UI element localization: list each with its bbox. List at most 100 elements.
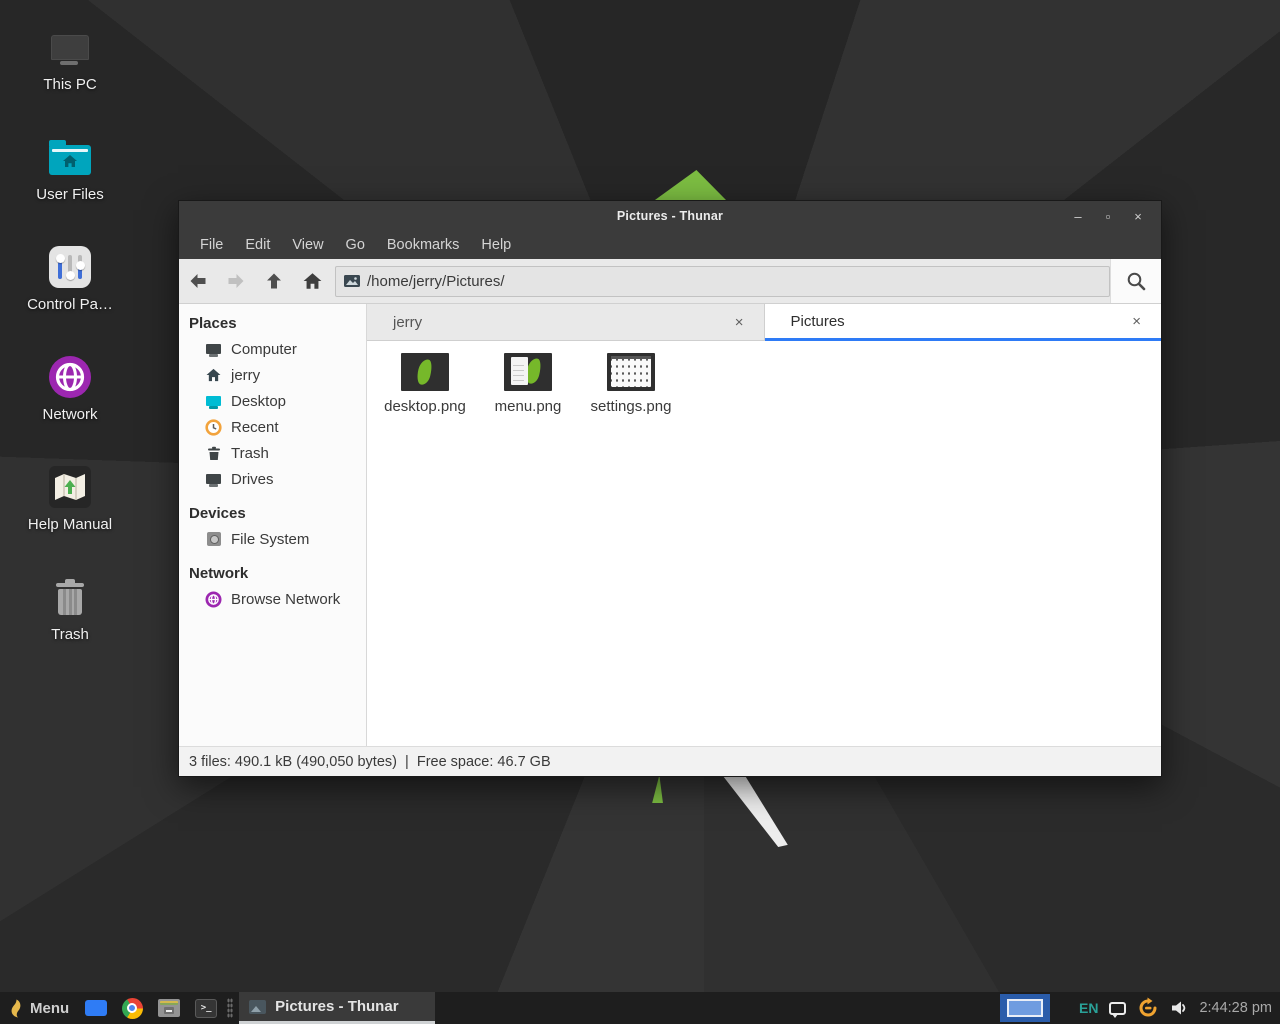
image-file-icon bbox=[344, 275, 360, 287]
home-folder-icon bbox=[49, 145, 91, 175]
computer-icon bbox=[51, 35, 89, 60]
wallpaper-green-shape bbox=[650, 775, 668, 803]
up-button[interactable] bbox=[255, 263, 293, 299]
home-icon bbox=[303, 272, 322, 290]
file-item-desktop-png[interactable]: desktop.png bbox=[377, 353, 473, 415]
archive-manager-launcher-icon[interactable] bbox=[158, 999, 180, 1017]
desktop-wallpaper: This PC User Files Control Pa… bbox=[0, 0, 1280, 1024]
minimize-button[interactable]: – bbox=[1063, 201, 1093, 231]
tab-label: Pictures bbox=[791, 313, 1127, 330]
clock[interactable]: 2:44:28 pm bbox=[1199, 1000, 1272, 1016]
task-button-thunar[interactable]: Pictures - Thunar bbox=[239, 992, 435, 1024]
search-button[interactable] bbox=[1110, 259, 1161, 303]
sliders-icon bbox=[49, 246, 91, 288]
back-button[interactable] bbox=[179, 263, 217, 299]
menu-bookmarks[interactable]: Bookmarks bbox=[376, 231, 471, 259]
desktop-icon-network[interactable]: Network bbox=[0, 355, 140, 465]
sidebar-item-label: Recent bbox=[231, 419, 279, 436]
workspace-switcher[interactable] bbox=[1000, 994, 1050, 1022]
desktop-icon-control-panel[interactable]: Control Pa… bbox=[0, 245, 140, 355]
sidebar-item-home[interactable]: jerry bbox=[179, 362, 366, 388]
taskbar: Menu Pictures - Thunar EN 2:44:28 pm bbox=[0, 992, 1280, 1024]
tab-bar: jerry × Pictures × bbox=[367, 304, 1161, 341]
menu-help[interactable]: Help bbox=[470, 231, 522, 259]
menu-go[interactable]: Go bbox=[335, 231, 376, 259]
home-icon bbox=[205, 367, 222, 384]
file-name: settings.png bbox=[591, 398, 672, 415]
desktop-icon-label: This PC bbox=[43, 76, 96, 93]
tab-close-icon[interactable]: × bbox=[1126, 311, 1147, 332]
sidebar-item-browse-network[interactable]: Browse Network bbox=[179, 586, 366, 612]
volume-icon[interactable] bbox=[1170, 1000, 1188, 1016]
sidebar-item-desktop[interactable]: Desktop bbox=[179, 388, 366, 414]
desktop-icon-label: User Files bbox=[36, 186, 104, 203]
desktop-icon-trash[interactable]: Trash bbox=[0, 575, 140, 685]
globe-icon bbox=[205, 591, 222, 608]
forward-arrow-icon bbox=[226, 271, 246, 291]
chrome-launcher-icon[interactable] bbox=[122, 998, 143, 1019]
sidebar-item-label: File System bbox=[231, 531, 309, 548]
maximize-button[interactable]: ▫ bbox=[1093, 201, 1123, 231]
desktop-monitor-icon bbox=[205, 393, 222, 410]
task-button-label: Pictures - Thunar bbox=[275, 998, 398, 1015]
file-manager-launcher-icon[interactable] bbox=[85, 1000, 107, 1016]
home-button[interactable] bbox=[293, 263, 331, 299]
wallpaper-green-shape bbox=[652, 170, 726, 200]
window-titlebar[interactable]: Pictures - Thunar – ▫ × bbox=[179, 201, 1161, 231]
file-list[interactable]: desktop.png menu.png settings.png bbox=[367, 341, 1161, 746]
forward-button[interactable] bbox=[217, 263, 255, 299]
file-item-menu-png[interactable]: menu.png bbox=[480, 353, 576, 415]
sidebar-item-trash[interactable]: Trash bbox=[179, 440, 366, 466]
window-title: Pictures - Thunar bbox=[617, 209, 723, 223]
path-bar[interactable]: /home/jerry/Pictures/ bbox=[335, 266, 1110, 297]
notification-icon[interactable] bbox=[1109, 1002, 1126, 1015]
image-thumbnail bbox=[504, 353, 552, 391]
sidebar-item-label: jerry bbox=[231, 367, 260, 384]
desktop-icon-help-manual[interactable]: Help Manual bbox=[0, 465, 140, 575]
computer-icon bbox=[205, 341, 222, 358]
sidebar-header-devices: Devices bbox=[179, 502, 366, 526]
desktop-icon-column: This PC User Files Control Pa… bbox=[0, 25, 140, 685]
sidebar-header-network: Network bbox=[179, 562, 366, 586]
keyboard-layout-indicator[interactable]: EN bbox=[1079, 1000, 1098, 1016]
sidebar-item-recent[interactable]: Recent bbox=[179, 414, 366, 440]
search-icon bbox=[1126, 271, 1146, 291]
update-icon[interactable] bbox=[1137, 997, 1159, 1019]
clock-icon bbox=[205, 419, 222, 436]
desktop-icon-this-pc[interactable]: This PC bbox=[0, 25, 140, 135]
trash-icon bbox=[55, 579, 85, 615]
desktop-icon-label: Control Pa… bbox=[27, 296, 113, 313]
tab-jerry[interactable]: jerry × bbox=[367, 304, 765, 341]
sidebar-item-label: Trash bbox=[231, 445, 269, 462]
sidebar-item-drives[interactable]: Drives bbox=[179, 466, 366, 492]
trash-icon bbox=[205, 445, 222, 462]
terminal-launcher-icon[interactable] bbox=[195, 999, 217, 1018]
menu-file[interactable]: File bbox=[189, 231, 234, 259]
map-icon bbox=[49, 466, 91, 508]
tab-close-icon[interactable]: × bbox=[729, 312, 750, 333]
desktop-icon-user-files[interactable]: User Files bbox=[0, 135, 140, 245]
sidebar-header-places: Places bbox=[179, 312, 366, 336]
sidebar-item-label: Drives bbox=[231, 471, 274, 488]
status-text: 3 files: 490.1 kB (490,050 bytes) | Free… bbox=[189, 754, 551, 770]
sidebar-item-file-system[interactable]: File System bbox=[179, 526, 366, 552]
system-tray: EN 2:44:28 pm bbox=[1079, 992, 1272, 1024]
desktop-icon-label: Trash bbox=[51, 626, 89, 643]
tab-pictures[interactable]: Pictures × bbox=[765, 304, 1162, 341]
close-button[interactable]: × bbox=[1123, 201, 1153, 231]
status-bar: 3 files: 490.1 kB (490,050 bytes) | Free… bbox=[179, 746, 1161, 776]
sidebar-item-label: Computer bbox=[231, 341, 297, 358]
workspace-window-outline bbox=[1007, 999, 1043, 1017]
file-name: desktop.png bbox=[384, 398, 466, 415]
menu-view[interactable]: View bbox=[281, 231, 334, 259]
menu-edit[interactable]: Edit bbox=[234, 231, 281, 259]
wallpaper-white-shape bbox=[715, 775, 795, 847]
toolbar: /home/jerry/Pictures/ bbox=[179, 259, 1161, 304]
image-file-icon bbox=[249, 1000, 266, 1014]
applications-menu-button[interactable]: Menu bbox=[0, 992, 77, 1024]
image-thumbnail bbox=[607, 353, 655, 391]
tab-label: jerry bbox=[393, 314, 729, 331]
sidebar-item-computer[interactable]: Computer bbox=[179, 336, 366, 362]
file-item-settings-png[interactable]: settings.png bbox=[583, 353, 679, 415]
desktop-icon-label: Help Manual bbox=[28, 516, 112, 533]
